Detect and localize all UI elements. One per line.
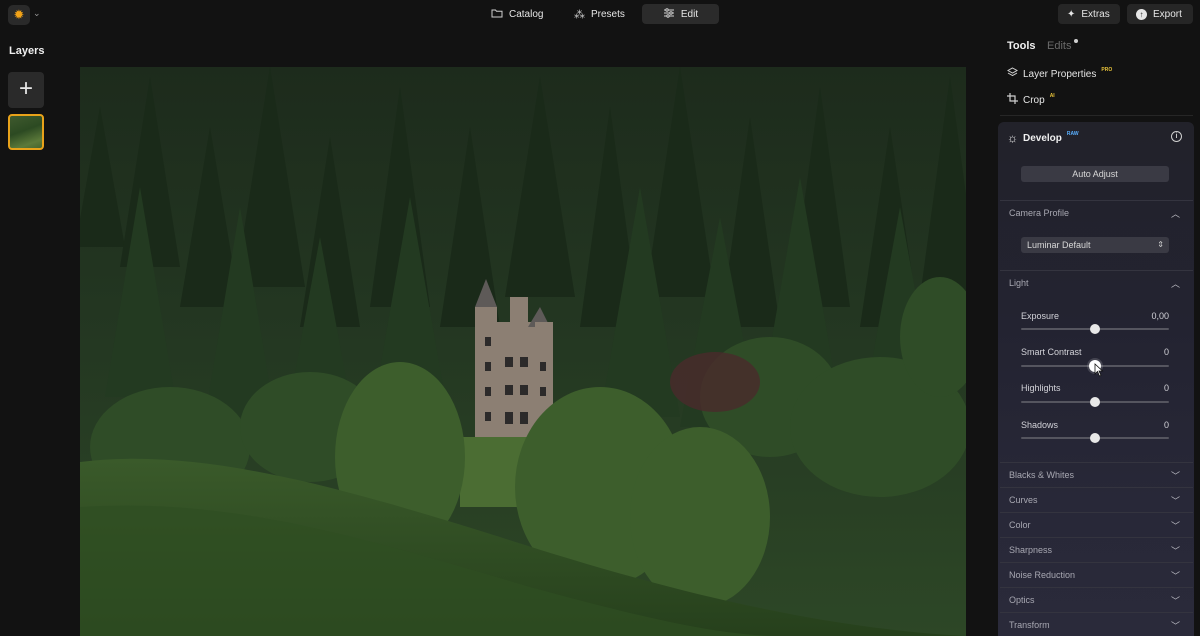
section-camera-profile[interactable]: Camera Profile bbox=[1009, 208, 1069, 218]
chevron-down-icon[interactable]: ﹀ bbox=[1171, 594, 1180, 607]
chevron-down-icon[interactable]: ﹀ bbox=[1171, 569, 1180, 582]
slider-knob-exposure[interactable] bbox=[1090, 324, 1100, 334]
divider bbox=[1000, 462, 1193, 463]
divider bbox=[1000, 270, 1193, 271]
top-bar: ✹ ⌄ Catalog ⁂ Presets Edit ✦ Extras ↑ Ex… bbox=[0, 0, 1200, 30]
slider-label-shadows: Shadows bbox=[1021, 420, 1059, 430]
chevron-down-icon[interactable]: ﹀ bbox=[1171, 469, 1180, 482]
extras-button[interactable]: ✦ Extras bbox=[1058, 4, 1120, 24]
export-label: Export bbox=[1153, 8, 1182, 20]
info-icon[interactable]: i bbox=[1171, 131, 1182, 142]
slider-label-smart-contrast: Smart Contrast bbox=[1021, 347, 1082, 357]
updown-chevron-icon: ⇕ bbox=[1157, 240, 1164, 249]
divider bbox=[1000, 587, 1193, 588]
section-noise-reduction[interactable]: Noise Reduction bbox=[1009, 570, 1075, 580]
divider bbox=[1000, 562, 1193, 563]
section-color[interactable]: Color bbox=[1009, 520, 1031, 530]
layers-title: Layers bbox=[9, 45, 45, 57]
section-transform[interactable]: Transform bbox=[1009, 620, 1050, 630]
nav-catalog[interactable]: Catalog bbox=[480, 4, 554, 24]
nav-catalog-label: Catalog bbox=[509, 8, 544, 20]
nav-presets-label: Presets bbox=[591, 8, 625, 20]
tab-edits[interactable]: Edits bbox=[1047, 40, 1071, 52]
section-blacks-whites[interactable]: Blacks & Whites bbox=[1009, 470, 1074, 480]
divider bbox=[1000, 512, 1193, 513]
export-button[interactable]: ↑ Export bbox=[1127, 4, 1193, 24]
photo-canvas[interactable] bbox=[80, 67, 966, 636]
tab-tools[interactable]: Tools bbox=[1007, 40, 1036, 52]
extras-label: Extras bbox=[1081, 8, 1110, 20]
chevron-up-icon[interactable]: ︿ bbox=[1171, 207, 1180, 220]
chevron-up-icon[interactable]: ︿ bbox=[1171, 277, 1180, 290]
chevron-down-icon[interactable]: ﹀ bbox=[1171, 619, 1180, 632]
tool-layer-properties[interactable]: Layer Properties PRO bbox=[1006, 67, 1113, 81]
slider-label-exposure: Exposure bbox=[1021, 311, 1060, 321]
section-curves[interactable]: Curves bbox=[1009, 495, 1038, 505]
section-sharpness[interactable]: Sharpness bbox=[1009, 545, 1052, 555]
chevron-down-icon[interactable]: ﹀ bbox=[1171, 494, 1180, 507]
tool-layer-properties-label: Layer Properties bbox=[1023, 68, 1097, 80]
pro-badge: PRO bbox=[1101, 67, 1113, 73]
divider bbox=[1000, 200, 1193, 201]
sun-icon[interactable]: ✹ bbox=[8, 5, 30, 25]
plus-icon: + bbox=[18, 75, 33, 102]
sun-icon: ☼ bbox=[1007, 131, 1018, 145]
add-layer-button[interactable]: + bbox=[8, 72, 44, 108]
layers-icon bbox=[1006, 67, 1019, 81]
slider-value-smart-contrast[interactable]: 0 bbox=[1129, 347, 1169, 357]
develop-title: Develop bbox=[1023, 132, 1062, 144]
tool-crop-label: Crop bbox=[1023, 94, 1045, 106]
section-light[interactable]: Light bbox=[1009, 278, 1029, 288]
nav-edit[interactable]: Edit bbox=[642, 4, 719, 24]
ai-badge: AI bbox=[1049, 93, 1055, 99]
divider bbox=[1000, 537, 1193, 538]
develop-header[interactable]: ☼ Develop RAW bbox=[1007, 131, 1079, 145]
divider bbox=[1000, 487, 1193, 488]
slider-knob-highlights[interactable] bbox=[1090, 397, 1100, 407]
section-optics[interactable]: Optics bbox=[1009, 595, 1035, 605]
slider-value-exposure[interactable]: 0,00 bbox=[1129, 311, 1169, 321]
sliders-icon bbox=[663, 7, 675, 21]
crop-icon bbox=[1007, 93, 1018, 107]
chevron-down-icon[interactable]: ﹀ bbox=[1171, 544, 1180, 557]
slider-value-highlights[interactable]: 0 bbox=[1129, 383, 1169, 393]
layer-thumbnail[interactable] bbox=[8, 114, 44, 150]
slider-knob-shadows[interactable] bbox=[1090, 433, 1100, 443]
sparkle-icon: ✦ bbox=[1067, 8, 1076, 20]
sparkle-icon: ⁂ bbox=[574, 8, 585, 21]
upload-icon: ↑ bbox=[1136, 8, 1147, 20]
raw-badge: RAW bbox=[1066, 131, 1079, 137]
mouse-cursor-icon bbox=[1094, 363, 1104, 377]
tool-crop[interactable]: Crop AI bbox=[1007, 93, 1055, 107]
photo-image bbox=[80, 67, 966, 636]
nav-edit-label: Edit bbox=[680, 8, 699, 20]
slider-value-shadows[interactable]: 0 bbox=[1129, 420, 1169, 430]
edits-indicator-dot bbox=[1074, 39, 1078, 43]
folder-icon bbox=[491, 8, 503, 21]
camera-profile-select[interactable]: Luminar Default ⇕ bbox=[1021, 237, 1169, 253]
slider-label-highlights: Highlights bbox=[1021, 383, 1061, 393]
chevron-down-icon[interactable]: ⌄ bbox=[33, 8, 41, 19]
divider bbox=[1000, 115, 1193, 116]
nav-presets[interactable]: ⁂ Presets bbox=[563, 4, 636, 24]
divider bbox=[1000, 612, 1193, 613]
auto-adjust-button[interactable]: Auto Adjust bbox=[1021, 166, 1169, 182]
chevron-down-icon[interactable]: ﹀ bbox=[1171, 519, 1180, 532]
camera-profile-value: Luminar Default bbox=[1027, 240, 1091, 250]
